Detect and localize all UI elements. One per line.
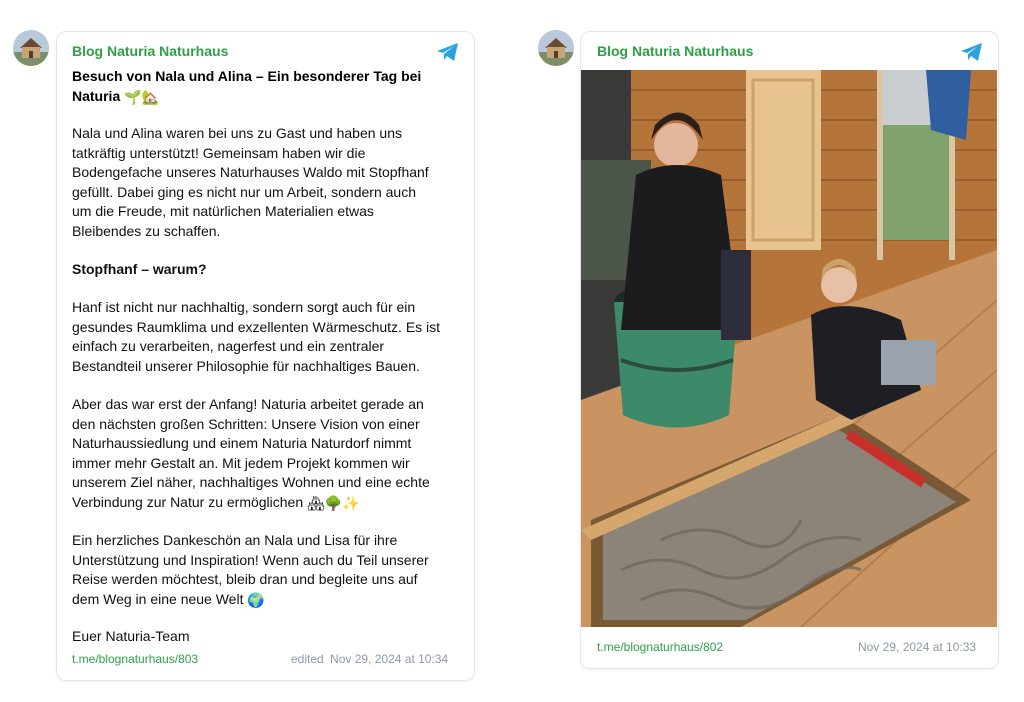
post-photo[interactable] — [581, 70, 997, 627]
post-date: Nov 29, 2024 at 10:34 — [330, 652, 449, 666]
channel-avatar-icon[interactable] — [13, 30, 49, 66]
text-line: einfach zu verarbeiten, nagerfest und ei… — [72, 338, 385, 354]
text-line: Reise werden möchtest, bleib dran und be… — [72, 571, 418, 587]
text-line: dem Weg in eine neue Welt — [72, 590, 244, 607]
text-line: Euer Naturia-Team — [72, 628, 190, 644]
village-tree-sparkles-emoji: 🏘🌳✨ — [307, 494, 360, 511]
post-subheading: Stopfhanf – warum? — [72, 260, 207, 280]
post-paragraph-vision: Aber das war erst der Anfang! Naturia ar… — [72, 395, 430, 512]
channel-name[interactable]: Blog Naturia Naturhaus — [597, 43, 753, 59]
text-line: unserem Ziel näher, nachhaltiges Wohnen … — [72, 474, 430, 490]
text-line: Nala und Alina waren bei uns zu Gast und… — [72, 125, 403, 141]
post-date: Nov 29, 2024 at 10:33 — [858, 640, 977, 654]
text-line: Hanf ist nicht nur nachhaltig, sondern s… — [72, 299, 416, 315]
text-line: Naturhaussiedlung und einem Naturia Natu… — [72, 435, 412, 451]
post-paragraph-hemp: Hanf ist nicht nur nachhaltig, sondern s… — [72, 298, 440, 376]
text-line: Bodengefache unseres Naturhauses Waldo m… — [72, 164, 429, 180]
text-line: Stopfhanf – warum? — [72, 261, 207, 277]
text-line: gefüllt. Dabei ging es nicht nur um Arbe… — [72, 183, 416, 200]
post-timestamp: edited Nov 29, 2024 at 10:34 — [291, 652, 448, 666]
text-line: Unterstützung und Inspiration! Wenn auch… — [72, 551, 429, 568]
text-line: den nächsten großen Schritten: Unsere Vi… — [72, 415, 420, 432]
edited-label: edited — [291, 652, 324, 666]
telegram-icon[interactable] — [436, 42, 460, 62]
text-line: gesundes Raumklima und exzellenten Wärme… — [72, 318, 441, 335]
telegram-icon[interactable] — [960, 42, 984, 62]
text-line: tatkräftig unterstützt! Gemeinsam haben … — [72, 144, 366, 161]
post-paragraph-intro: Nala und Alina waren bei uns zu Gast und… — [72, 124, 429, 241]
text-line: immer mehr Gestalt an. Mit jedem Projekt… — [72, 454, 410, 471]
post-title: Besuch von Nala und Alina – Ein besonder… — [72, 66, 421, 106]
text-line: Bleibendes zu schaffen. — [72, 222, 221, 239]
text-line: um die Freude, mit natürlichen Materiali… — [72, 203, 374, 219]
sprout-house-emoji: 🌱🏡 — [124, 89, 159, 105]
globe-emoji: 🌍 — [247, 591, 265, 608]
text-line: Ein herzliches Dankeschön an Nala und Li… — [72, 532, 398, 548]
post-link[interactable]: t.me/blognaturhaus/802 — [597, 640, 723, 654]
post-link[interactable]: t.me/blognaturhaus/803 — [72, 652, 198, 666]
text-line: Aber das war erst der Anfang! Naturia ar… — [72, 396, 424, 412]
text-line: Bestandteil unserer Philosophie für nach… — [72, 357, 420, 374]
channel-avatar-icon[interactable] — [538, 30, 574, 66]
post-signature: Euer Naturia-Team — [72, 627, 190, 647]
text-line: Verbindung zur Natur zu ermöglichen — [72, 493, 304, 510]
post-paragraph-thanks: Ein herzliches Dankeschön an Nala und Li… — [72, 531, 429, 609]
channel-name[interactable]: Blog Naturia Naturhaus — [72, 43, 228, 59]
post-title-line: Besuch von Nala und Alina – Ein besonder… — [72, 68, 422, 84]
post-title-line: Naturia — [72, 88, 121, 104]
